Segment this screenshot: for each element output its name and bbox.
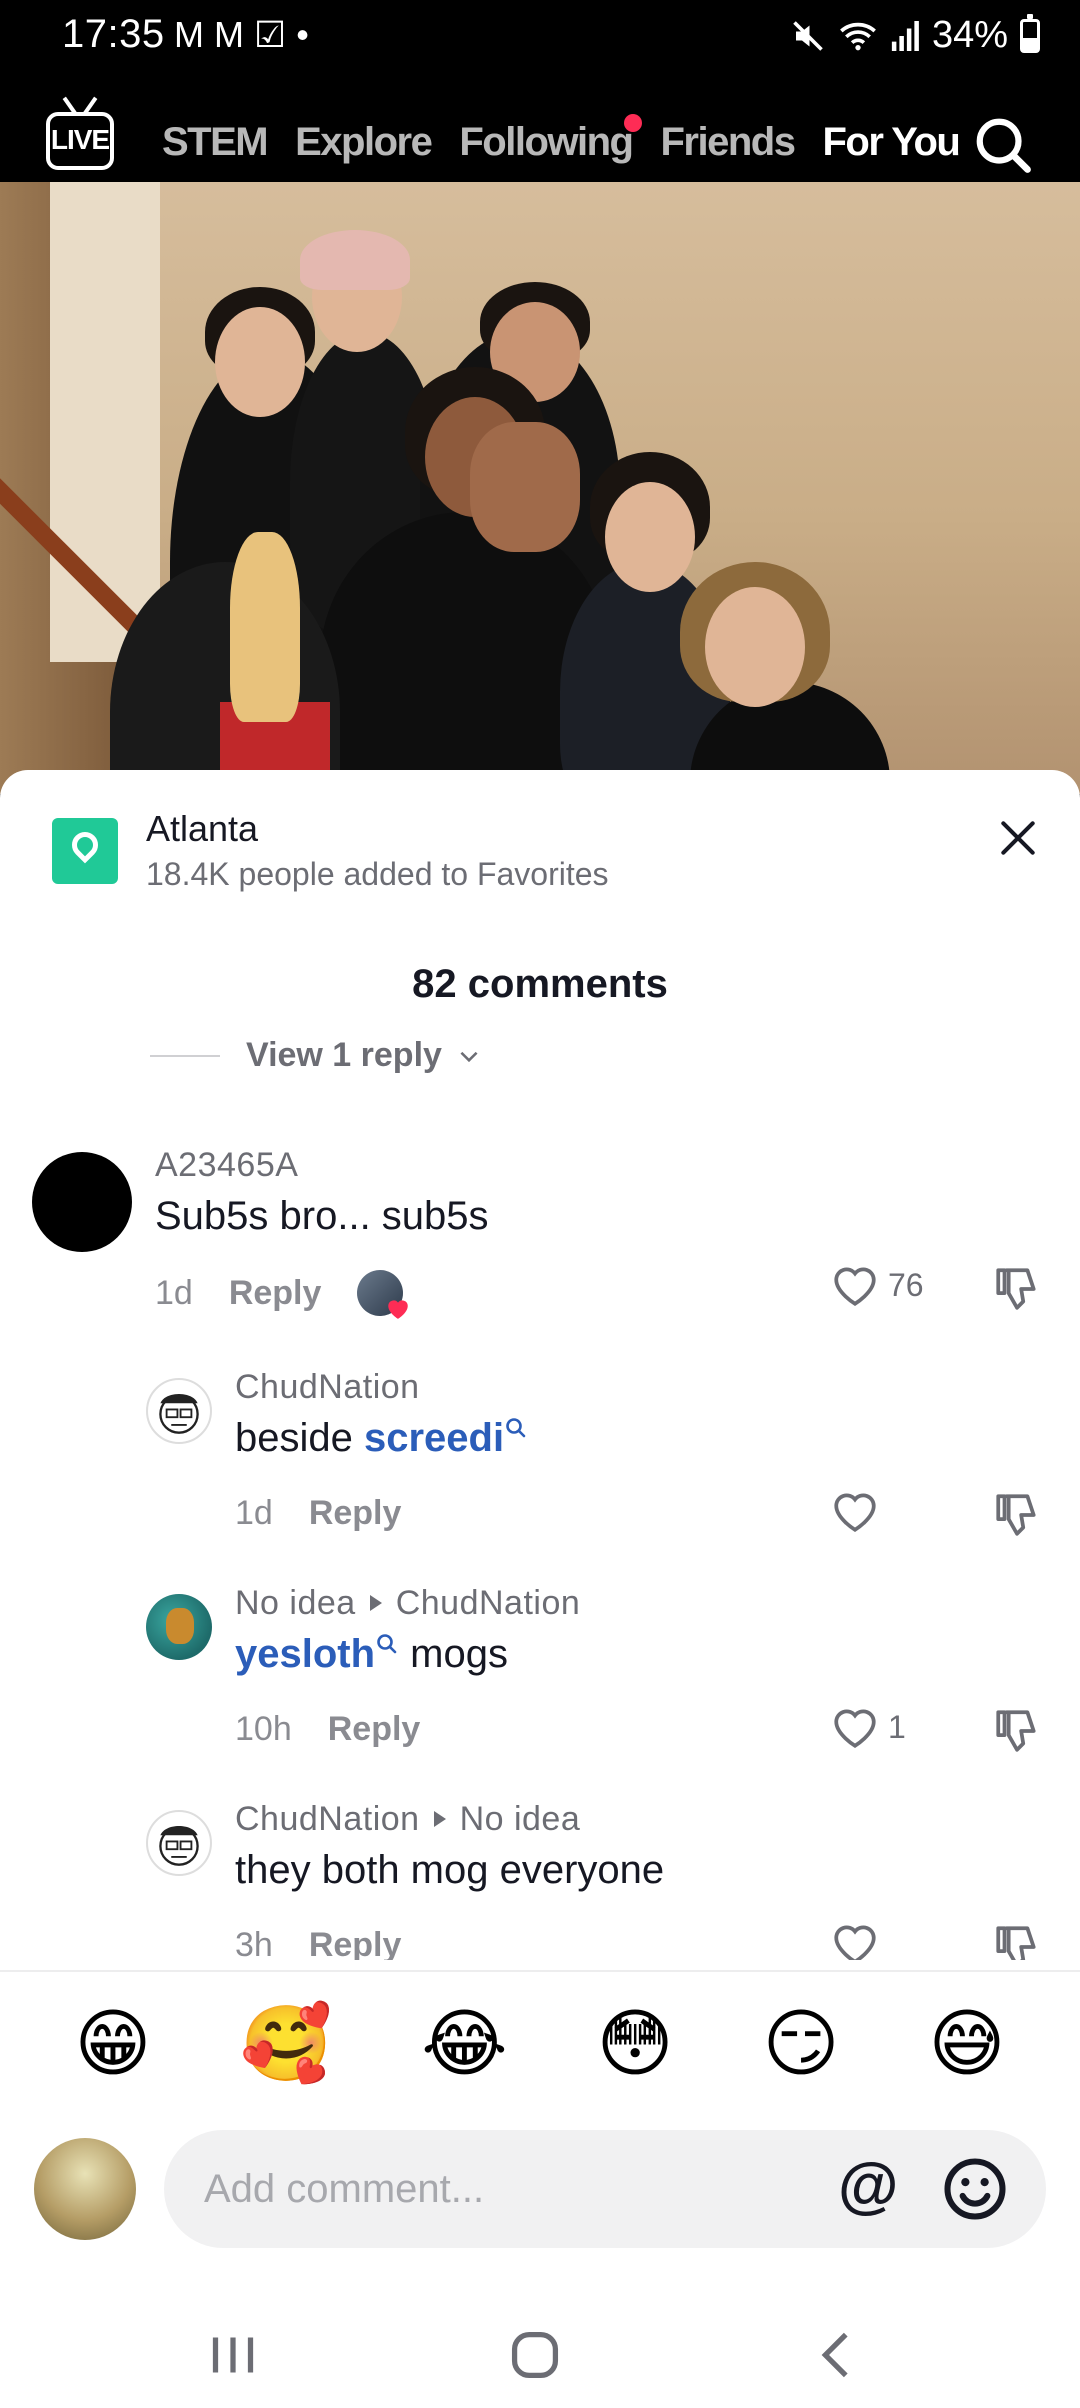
reply-item: No idea ChudNation yesloth mogs 10h Reply…: [0, 1584, 1080, 1752]
emoji-smirk-icon[interactable]: 😏: [762, 2002, 839, 2086]
tab-following[interactable]: Following: [459, 114, 643, 165]
status-right: 34%: [790, 13, 1040, 57]
search-suggestion-link[interactable]: screedi: [364, 1416, 528, 1460]
status-time: 17:35: [62, 12, 165, 56]
emoji-sweat-smile-icon[interactable]: 😅: [928, 2002, 1005, 2086]
reply-button[interactable]: Reply: [309, 1494, 402, 1533]
comment-time: 1d: [235, 1494, 273, 1532]
comment-meta: 10h Reply: [235, 1710, 420, 1749]
divider: [0, 1970, 1080, 1972]
gmail-notification-icon: M: [214, 14, 244, 55]
location-pin-icon[interactable]: [52, 818, 118, 884]
signal-icon: [891, 20, 919, 51]
location-title[interactable]: Atlanta: [146, 808, 258, 850]
comment-input-box[interactable]: @: [164, 2130, 1046, 2248]
view-replies-button[interactable]: View 1 reply: [150, 1036, 482, 1075]
comment-text: they both mog everyone: [235, 1848, 665, 1892]
top-nav: LIVE STEM Explore Following Friends For …: [0, 72, 1080, 204]
comment-username[interactable]: A23465A: [155, 1146, 298, 1185]
more-notifications-icon: •: [296, 14, 309, 55]
search-suggestion-link[interactable]: yesloth: [235, 1632, 399, 1676]
my-avatar[interactable]: [34, 2138, 136, 2240]
comments-count: 82 comments: [412, 962, 668, 1006]
system-nav-bar: [0, 2300, 1080, 2408]
comment-composer: @: [0, 2130, 1080, 2250]
gmail-notification-icon: M: [174, 14, 204, 55]
comment-text: Sub5s bro... sub5s: [155, 1194, 489, 1238]
like-button[interactable]: 1: [830, 1704, 906, 1750]
video-player[interactable]: [0, 182, 1080, 794]
tab-explore[interactable]: Explore: [295, 120, 433, 165]
emoji-flushed-icon[interactable]: 😳: [597, 2002, 674, 2086]
comment-input[interactable]: [204, 2154, 764, 2224]
tab-stem[interactable]: STEM: [162, 120, 269, 165]
reply-arrow-icon: [369, 1595, 382, 1611]
comment-meta: 1d Reply: [235, 1494, 401, 1533]
mention-at-icon[interactable]: @: [838, 2150, 898, 2221]
reply-item: ChudNation No idea they both mog everyone…: [0, 1800, 1080, 1960]
dislike-icon[interactable]: [992, 1706, 1042, 1756]
reply-button[interactable]: Reply: [328, 1710, 421, 1749]
back-icon[interactable]: [802, 2320, 872, 2390]
recents-icon[interactable]: [198, 2320, 268, 2390]
reply-button[interactable]: Reply: [229, 1274, 322, 1313]
like-count: 76: [888, 1266, 924, 1303]
home-icon[interactable]: [500, 2320, 570, 2390]
emoji-grin-icon[interactable]: 😁: [74, 2002, 151, 2086]
comment-text: yesloth mogs: [235, 1632, 508, 1676]
comment-time: 3h: [235, 1926, 273, 1960]
comment-username[interactable]: No idea ChudNation: [235, 1584, 580, 1623]
comment-meta: 1d Reply: [155, 1270, 409, 1319]
like-count: 1: [888, 1708, 906, 1745]
search-icon: [377, 1634, 397, 1654]
status-bar: 17:35 M M ☑ • 34%: [0, 0, 1080, 72]
live-icon[interactable]: LIVE: [46, 112, 114, 170]
checkbox-notification-icon: ☑: [254, 14, 287, 55]
comment-time: 10h: [235, 1710, 292, 1748]
comment-item: A23465A Sub5s bro... sub5s 1d Reply 76: [0, 1142, 1080, 1319]
emoji-picker-icon[interactable]: [942, 2156, 1008, 2222]
like-button[interactable]: [830, 1920, 888, 1960]
notification-icons: M M ☑ •: [174, 14, 309, 56]
close-icon[interactable]: [996, 816, 1040, 860]
avatar[interactable]: [32, 1152, 132, 1252]
comment-time: 1d: [155, 1273, 193, 1312]
location-subtitle: 18.4K people added to Favorites: [146, 856, 609, 892]
like-button[interactable]: 76: [830, 1262, 924, 1308]
comment-username[interactable]: ChudNation No idea: [235, 1800, 580, 1839]
avatar[interactable]: [146, 1378, 212, 1444]
heart-icon: [834, 1925, 876, 1960]
battery-percent: 34%: [931, 14, 1008, 56]
wifi-icon: [840, 22, 876, 50]
reply-arrow-icon: [433, 1811, 446, 1827]
comment-text: beside screedi: [235, 1416, 528, 1461]
like-button[interactable]: [830, 1488, 888, 1534]
heart-icon: [834, 1267, 876, 1306]
dislike-icon[interactable]: [992, 1490, 1042, 1540]
dislike-icon[interactable]: [992, 1264, 1042, 1314]
avatar[interactable]: [146, 1810, 212, 1876]
reply-button[interactable]: Reply: [309, 1926, 402, 1960]
mute-icon: [793, 20, 823, 51]
dislike-icon[interactable]: [992, 1922, 1042, 1960]
search-icon[interactable]: [972, 114, 1034, 176]
comment-meta: 3h Reply: [235, 1926, 401, 1960]
heart-icon: [834, 1493, 876, 1532]
reply-item: ChudNation beside screedi 1d Reply: [0, 1368, 1080, 1536]
chevron-down-icon: [460, 1051, 478, 1062]
creator-liked-avatar-icon: [357, 1270, 409, 1319]
emoji-joy-icon[interactable]: 😂: [421, 2002, 507, 2086]
nav-tabs: STEM Explore Following Friends For You: [162, 114, 961, 165]
heart-icon: [834, 1709, 876, 1748]
notification-dot: [624, 114, 643, 132]
tab-for-you[interactable]: For You: [822, 120, 960, 165]
emoji-quick-bar: 😁 🥰 😂 😳 😏 😅: [0, 2002, 1080, 2086]
battery-icon: [1020, 13, 1040, 53]
emoji-hearts-icon[interactable]: 🥰: [240, 2002, 332, 2086]
comments-sheet: Atlanta 18.4K people added to Favorites …: [0, 770, 1080, 2408]
search-icon: [506, 1418, 526, 1438]
tab-friends[interactable]: Friends: [660, 120, 795, 165]
comment-username[interactable]: ChudNation: [235, 1368, 420, 1407]
avatar[interactable]: [146, 1594, 212, 1660]
